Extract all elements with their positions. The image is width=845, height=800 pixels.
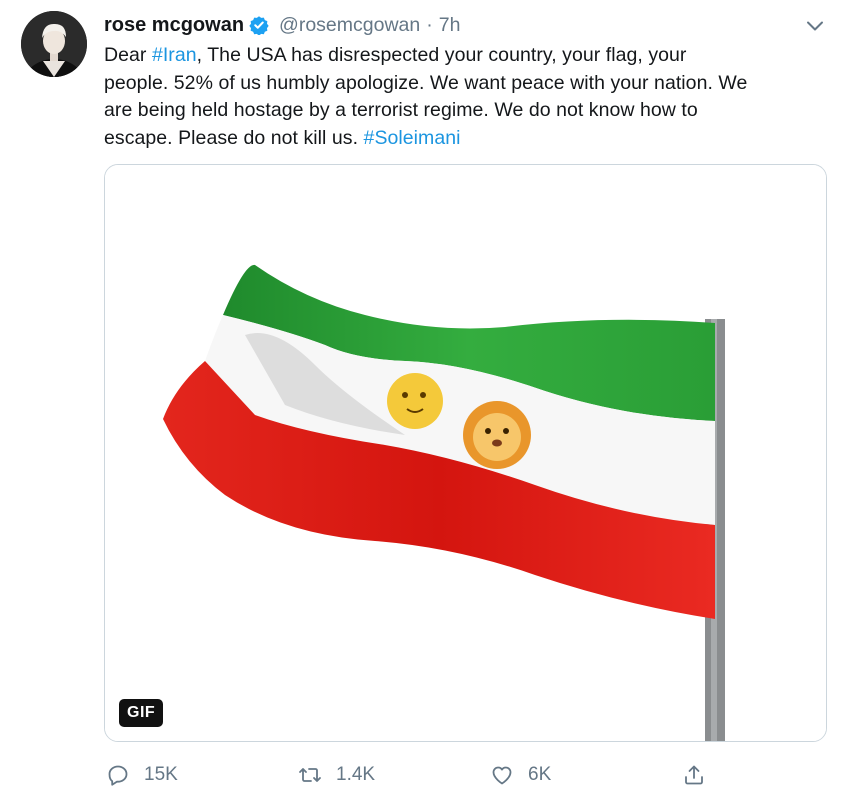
hashtag-link[interactable]: #Iran [152, 44, 197, 66]
gif-badge: GIF [119, 699, 164, 727]
retweet-count: 1.4K [336, 764, 376, 785]
tweet-header: rose mcgowan @rosemcgowan · 7h [104, 10, 460, 40]
tweet-text-segment: people. 52% of us humbly apologize. We w… [104, 71, 748, 94]
display-name[interactable]: rose mcgowan [104, 14, 244, 37]
tweet-text-segment: are being held hostage by a terrorist re… [104, 99, 698, 121]
tweet-text-segment: , The USA has disrespected your country,… [196, 44, 687, 66]
tweet-text-line: are being held hostage by a terrorist re… [104, 97, 829, 125]
tweet-text-line: escape. Please do not kill us. #Soleiman… [104, 125, 829, 153]
tweet-actions: 15K 1.4K 6K [0, 760, 845, 790]
tweet-text-line: people. 52% of us humbly apologize. We w… [104, 70, 829, 98]
user-avatar-image [21, 11, 87, 77]
retweet-icon [299, 768, 321, 782]
tweet-text-line: Dear #Iran, The USA has disrespected you… [104, 42, 829, 70]
tweet-text: Dear #Iran, The USA has disrespected you… [104, 42, 829, 152]
reply-button[interactable]: 15K [106, 760, 178, 790]
like-count: 6K [528, 764, 552, 785]
avatar[interactable] [21, 11, 87, 77]
share-button[interactable] [682, 760, 706, 790]
share-icon [685, 765, 703, 785]
tweet-text-segment: Dear [104, 44, 152, 66]
reply-icon [108, 765, 128, 786]
tweet-media-gif[interactable]: GIF [104, 164, 827, 742]
verified-badge-icon [249, 16, 269, 35]
handle[interactable]: @rosemcgowan [279, 14, 420, 37]
separator-dot: · [426, 13, 433, 36]
waving-flag-gif [105, 165, 826, 741]
heart-icon [492, 766, 512, 785]
retweet-button[interactable]: 1.4K [298, 760, 375, 790]
chevron-down-icon[interactable] [803, 14, 827, 38]
tweet-text-segment: escape. Please do not kill us. [104, 126, 364, 149]
reply-count: 15K [144, 764, 178, 785]
timestamp[interactable]: 7h [439, 14, 461, 37]
hashtag-link[interactable]: #Soleimani [364, 127, 461, 149]
like-button[interactable]: 6K [490, 760, 551, 790]
